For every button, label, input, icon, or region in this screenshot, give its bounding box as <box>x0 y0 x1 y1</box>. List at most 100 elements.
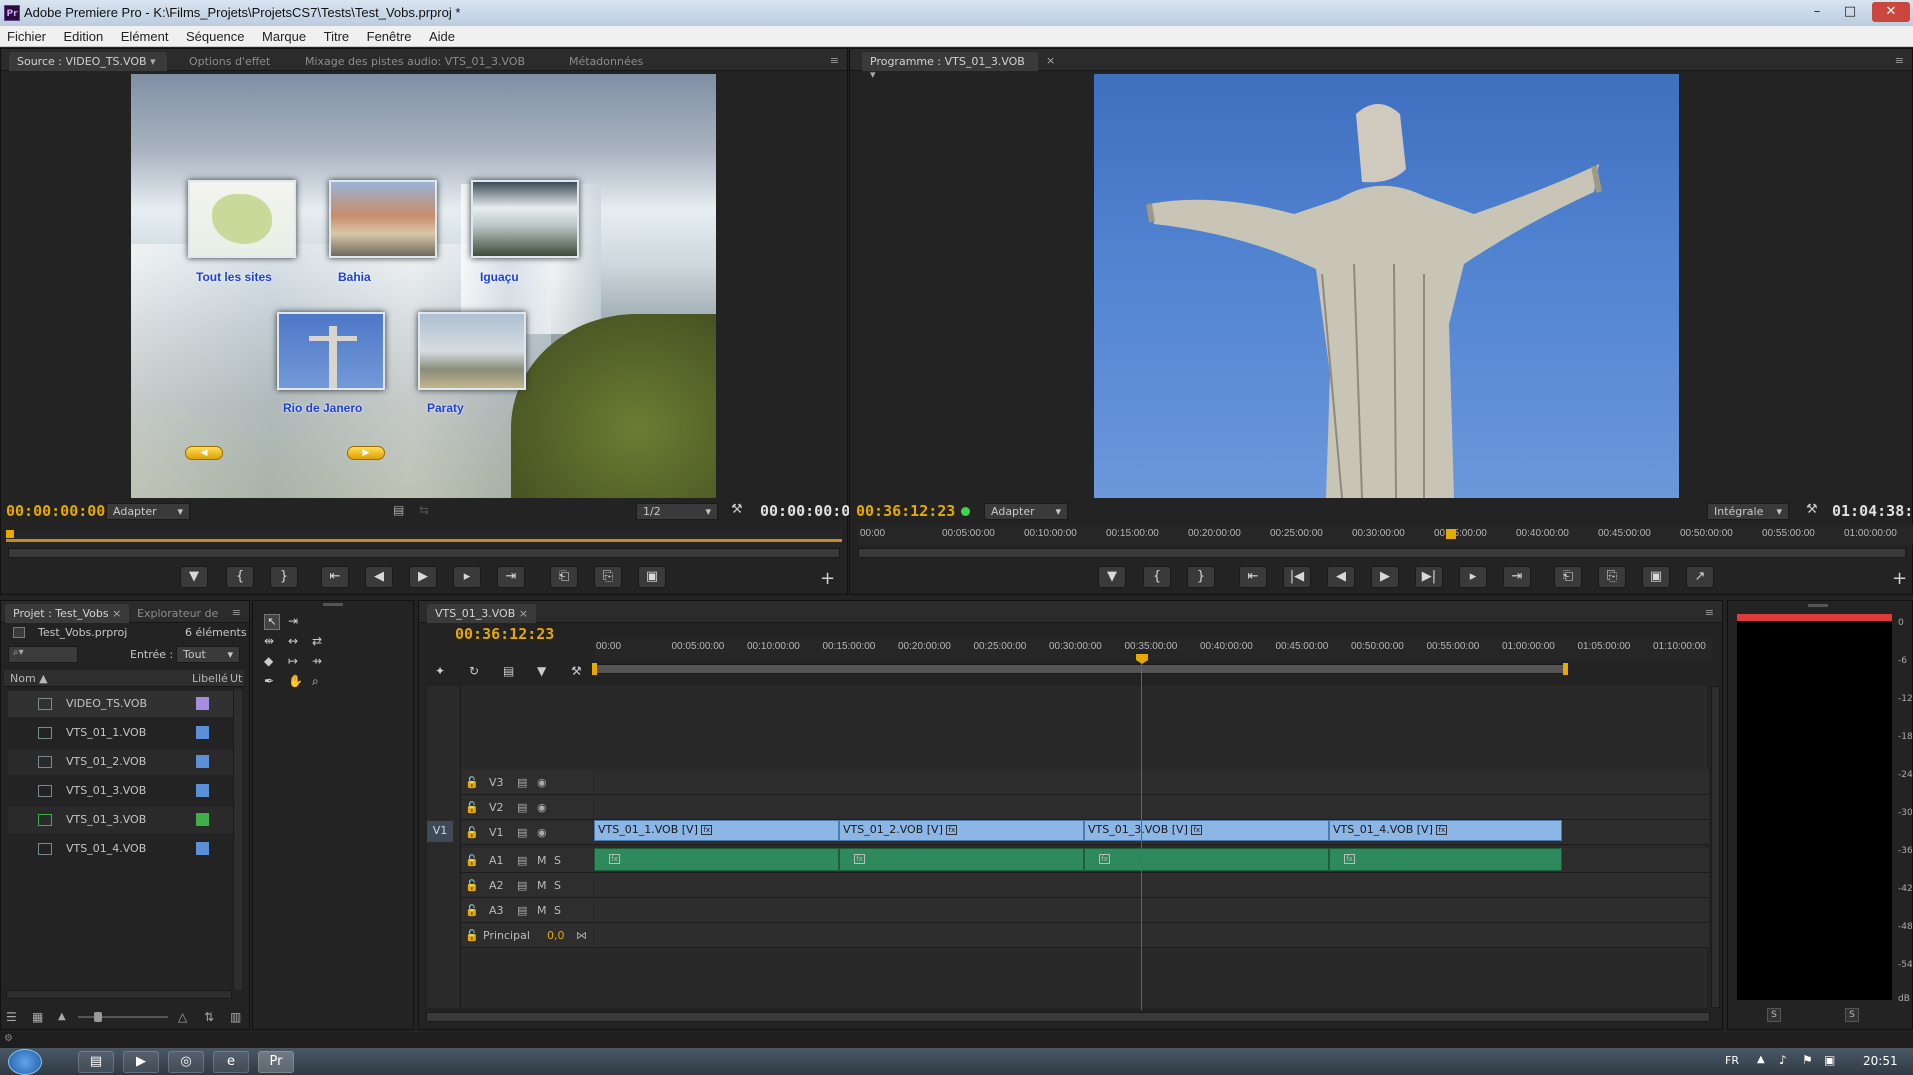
ie-icon[interactable]: e <box>213 1051 249 1073</box>
source-resolution-select[interactable]: 1/2 ▾ <box>636 503 718 520</box>
mute-button[interactable]: M <box>537 854 547 867</box>
minimize-button[interactable]: – <box>1802 2 1832 22</box>
search-input[interactable]: ⌕▾ <box>8 646 78 663</box>
source-playhead[interactable] <box>6 530 14 538</box>
video-clip[interactable]: VTS_01_2.VOB [V] fx <box>839 820 1084 841</box>
explorer-icon[interactable]: ▤ <box>78 1051 114 1073</box>
list-item[interactable]: VTS_01_4.VOB <box>8 836 234 862</box>
thumb-rio[interactable] <box>277 312 385 390</box>
menu-aide[interactable]: Aide <box>422 26 462 44</box>
source-patch-v1[interactable]: V1 <box>427 821 453 842</box>
menu-marque[interactable]: Marque <box>255 26 313 44</box>
pen-tool-icon[interactable]: ✒ <box>264 674 274 688</box>
audio-clip[interactable]: fx <box>1329 848 1562 871</box>
column-label[interactable]: Libellé <box>192 672 228 685</box>
close-tab-icon[interactable]: × <box>1046 54 1055 67</box>
program-quality-select[interactable]: Intégrale ▾ <box>1707 503 1789 520</box>
zoom-slider[interactable] <box>78 1012 168 1022</box>
source-zoom-bar[interactable] <box>8 548 840 558</box>
solo-button[interactable]: S <box>554 879 561 892</box>
panel-menu-icon[interactable]: ≡ <box>232 606 241 619</box>
track-lane-master[interactable] <box>594 923 1709 948</box>
tab-source[interactable]: Source : VIDEO_TS.VOB ▾ <box>9 52 167 71</box>
film-strip-icon[interactable]: ▤ <box>393 503 404 517</box>
track-lane-a3[interactable] <box>594 898 1709 923</box>
overwrite-button[interactable]: ⎘ <box>594 566 622 588</box>
add-marker-icon[interactable]: ▼ <box>537 664 546 678</box>
wrench-icon[interactable]: ⚒ <box>571 664 582 678</box>
track-header-v1[interactable]: 🔓 V1 ▤ ◉ <box>461 820 593 845</box>
solo-right-button[interactable]: S <box>1845 1008 1859 1022</box>
flag-icon[interactable]: ⚑ <box>1802 1053 1813 1067</box>
selection-tool-icon[interactable]: ↖ <box>264 614 280 630</box>
program-playhead[interactable] <box>1446 529 1456 539</box>
add-button-icon[interactable]: + <box>1892 568 1907 589</box>
mark-in-button[interactable]: { <box>1143 566 1171 588</box>
go-to-out-button[interactable]: ⇥ <box>1503 566 1531 588</box>
find-icon[interactable]: ⇅ <box>204 1010 214 1024</box>
lock-icon[interactable]: 🔓 <box>465 826 479 839</box>
eye-icon[interactable]: ◉ <box>537 826 547 839</box>
network-icon[interactable]: ▣ <box>1824 1053 1835 1067</box>
volume-icon[interactable]: ♪ <box>1779 1053 1787 1067</box>
master-expand-icon[interactable]: ⋈ <box>576 929 587 942</box>
tab-program[interactable]: Programme : VTS_01_3.VOB ▾ <box>862 52 1038 81</box>
source-timecode[interactable]: 00:00:00:00 <box>6 502 105 520</box>
mute-button[interactable]: M <box>537 904 547 917</box>
menu-fenetre[interactable]: Fenêtre <box>360 26 419 44</box>
eye-icon[interactable]: ◉ <box>537 801 547 814</box>
list-item[interactable]: VTS_01_3.VOB <box>8 778 234 804</box>
audio-clip[interactable]: fx <box>1084 848 1329 871</box>
panel-grip[interactable] <box>1808 604 1828 607</box>
eye-icon[interactable]: ◉ <box>537 776 547 789</box>
thumb-paraty[interactable] <box>418 312 526 390</box>
rate-stretch-tool-icon[interactable]: ⇄ <box>312 634 322 648</box>
wrench-icon[interactable]: ⚒ <box>731 502 743 517</box>
go-to-in-button[interactable]: ⇤ <box>1239 566 1267 588</box>
zoom-tool-icon[interactable]: ⌕ <box>312 674 319 689</box>
tab-audio-mixer[interactable]: Mixage des pistes audio: VTS_01_3.VOB <box>297 52 533 71</box>
tab-metadata[interactable]: Métadonnées <box>561 52 651 71</box>
go-to-next-edit-button[interactable]: ▶| <box>1415 566 1443 588</box>
program-time-ruler[interactable]: 00:00 00:05:00:00 00:10:00:00 00:15:00:00 00… <box>858 525 1913 545</box>
panel-menu-icon[interactable]: ≡ <box>1705 606 1714 619</box>
linked-selection-icon[interactable]: ↻ <box>469 664 479 678</box>
rolling-edit-tool-icon[interactable]: ↔ <box>288 634 298 648</box>
menu-edition[interactable]: Edition <box>57 26 111 44</box>
timeline-vertical-scrollbar[interactable] <box>1711 686 1720 1008</box>
add-button-icon[interactable]: + <box>820 568 835 589</box>
sync-lock-icon[interactable]: ▤ <box>517 801 527 814</box>
program-timecode[interactable]: 00:36:12:23 <box>856 502 955 520</box>
menu-titre[interactable]: Titre <box>317 26 357 44</box>
start-button[interactable] <box>8 1049 42 1075</box>
solo-left-button[interactable]: S <box>1767 1008 1781 1022</box>
sync-lock-icon[interactable]: ▤ <box>517 879 527 892</box>
mute-button[interactable]: M <box>537 879 547 892</box>
clock[interactable]: 20:51 <box>1863 1054 1898 1068</box>
column-usage[interactable]: Ut <box>230 672 242 685</box>
play-button[interactable]: ▶ <box>409 566 437 588</box>
list-item[interactable]: VIDEO_TS.VOB <box>8 691 234 717</box>
solo-button[interactable]: S <box>554 904 561 917</box>
list-item[interactable]: VTS_01_3.VOB <box>8 807 234 833</box>
sync-lock-icon[interactable]: ▤ <box>517 854 527 867</box>
insert-button[interactable]: ⎗ <box>550 566 578 588</box>
video-clip[interactable]: VTS_01_3.VOB [V] fx <box>1084 820 1329 841</box>
entry-select[interactable]: Tout ▾ <box>176 646 240 663</box>
status-gear-icon[interactable]: ⚙ <box>4 1033 13 1044</box>
dvd-prev-button[interactable]: ◀ <box>185 446 223 460</box>
dvd-next-button[interactable]: ▶ <box>347 446 385 460</box>
camera-icon[interactable]: ▣ <box>1642 566 1670 588</box>
track-lane-a2[interactable] <box>594 873 1709 898</box>
icon-view-icon[interactable]: ▦ <box>32 1010 43 1024</box>
list-view-icon[interactable]: ☰ <box>6 1010 17 1024</box>
lock-icon[interactable]: 🔓 <box>465 879 479 892</box>
zoom-out-icon[interactable]: ▲ <box>58 1011 66 1022</box>
automate-to-sequence-icon[interactable]: △ <box>178 1010 187 1024</box>
program-video-frame[interactable] <box>1094 74 1679 498</box>
add-marker-button[interactable]: ▼ <box>180 566 208 588</box>
source-time-ruler[interactable] <box>6 530 842 546</box>
slip-tool-icon[interactable]: ↦ <box>288 654 298 668</box>
program-zoom-bar[interactable] <box>858 548 1906 558</box>
peak-indicator[interactable] <box>1737 614 1892 621</box>
